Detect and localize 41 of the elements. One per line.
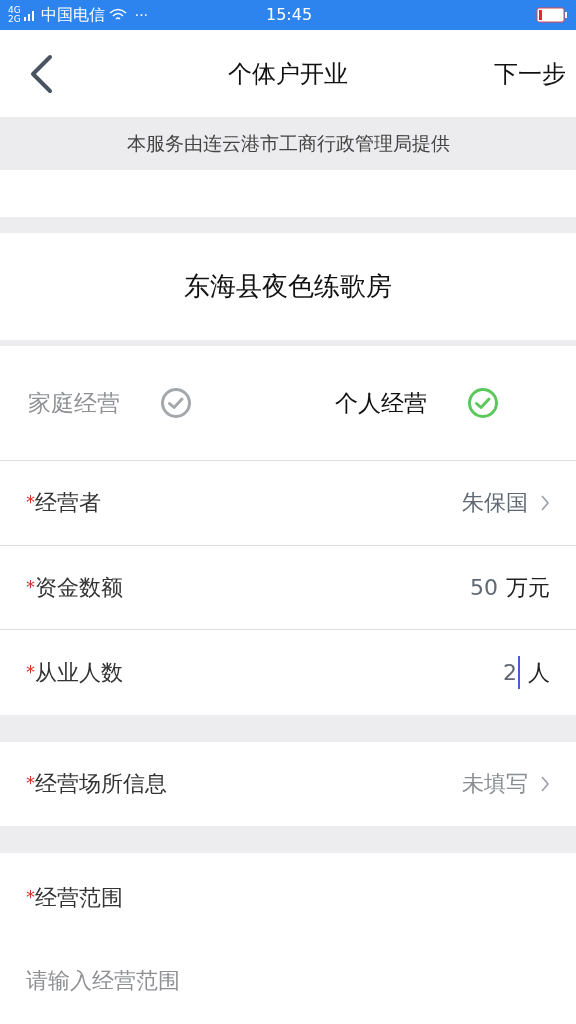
carrier-label: 中国电信 bbox=[40, 4, 105, 26]
required-mark: * bbox=[26, 885, 35, 909]
scope-field[interactable]: *经营范围 请输入经营范围 bbox=[0, 853, 576, 1024]
more-label: ··· bbox=[134, 5, 149, 25]
check-circle-icon[interactable] bbox=[467, 387, 499, 419]
form-row[interactable]: *从业人数 2 人 bbox=[0, 630, 576, 715]
wifi-icon bbox=[108, 8, 127, 22]
option-label: 家庭经营 bbox=[28, 388, 120, 418]
next-step-button[interactable]: 下一步 bbox=[494, 55, 566, 92]
signal-icon bbox=[22, 8, 37, 22]
check-circle-icon[interactable] bbox=[160, 387, 192, 419]
scope-input[interactable]: 请输入经营范围 bbox=[26, 964, 550, 1024]
option-label: 个人经营 bbox=[335, 388, 427, 418]
operation-type-option[interactable]: 个人经营 bbox=[269, 385, 576, 421]
required-mark: * bbox=[26, 771, 35, 796]
row-value: 朱保国 bbox=[462, 489, 528, 518]
chevron-right-icon bbox=[540, 493, 550, 512]
page-title: 个体户开业 bbox=[228, 58, 348, 90]
battery-icon bbox=[536, 7, 568, 23]
unit-label: 人 bbox=[528, 658, 550, 687]
row-label: 经营者 bbox=[35, 489, 101, 518]
row-value: 未填写 bbox=[462, 770, 528, 799]
chevron-right-icon bbox=[540, 774, 550, 793]
form-row[interactable]: *资金数额 50 万元 bbox=[0, 545, 576, 631]
back-icon[interactable] bbox=[28, 53, 54, 94]
amount-value: 50 bbox=[470, 573, 498, 602]
row-label: 经营场所信息 bbox=[35, 770, 167, 799]
clock: 15:45 bbox=[266, 4, 313, 26]
required-mark: * bbox=[26, 574, 35, 597]
network-label: 2G bbox=[8, 15, 21, 24]
unit-label: 万元 bbox=[506, 573, 550, 602]
form-row[interactable]: *经营场所信息 未填写 bbox=[0, 741, 576, 826]
form-row[interactable]: *经营者 朱保国 bbox=[0, 461, 576, 546]
scope-label: 经营范围 bbox=[35, 884, 123, 912]
count-input[interactable]: 2 bbox=[503, 655, 520, 689]
required-mark: * bbox=[26, 659, 35, 682]
row-label: 从业人数 bbox=[35, 658, 123, 687]
network-label: 4G bbox=[8, 6, 21, 15]
row-label: 资金数额 bbox=[35, 573, 123, 602]
business-name-field[interactable]: 东海县夜色练歌房 bbox=[0, 233, 576, 340]
required-mark: * bbox=[26, 490, 35, 515]
